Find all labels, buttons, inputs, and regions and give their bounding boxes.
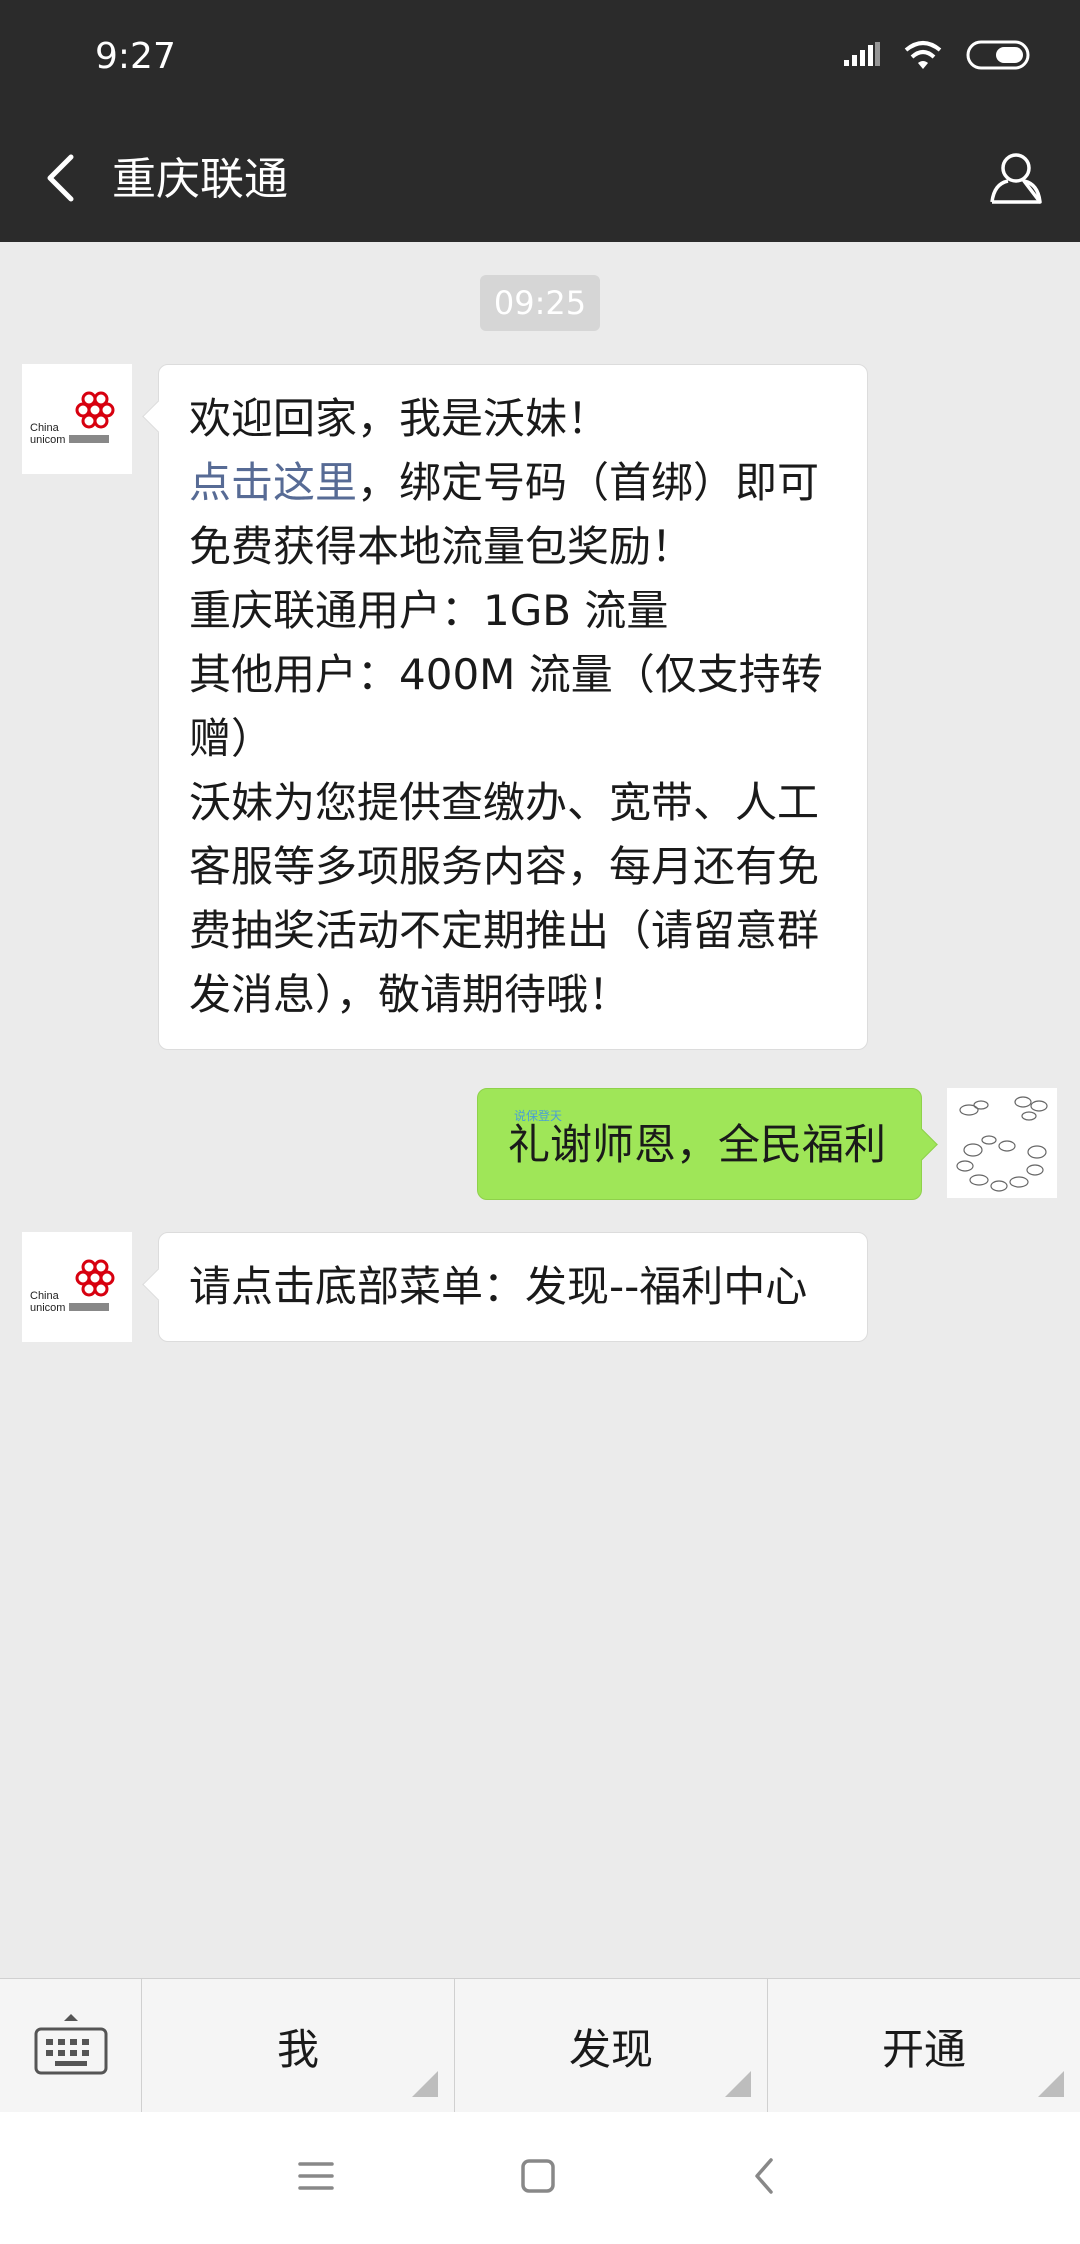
back-icon bbox=[749, 2156, 779, 2200]
keyboard-toggle-button[interactable] bbox=[0, 1979, 142, 2113]
svg-text:unicom: unicom bbox=[30, 434, 65, 446]
message-timestamp: 09:25 bbox=[480, 275, 600, 331]
unicom-logo-icon: China unicom bbox=[30, 391, 115, 446]
home-button[interactable] bbox=[512, 2152, 564, 2204]
back-arrow-icon bbox=[45, 153, 75, 207]
menu-item-label: 我 bbox=[276, 2024, 319, 2074]
message-bubble-official[interactable]: 请点击底部菜单：发现--福利中心 bbox=[158, 1232, 868, 1342]
message-bubble-me[interactable]: 说保登天 礼谢师恩，全民福利 bbox=[477, 1088, 922, 1200]
battery-icon bbox=[966, 39, 1034, 75]
message-other-users: 其他用户：400M 流量（仅支持转赠） bbox=[189, 650, 823, 763]
my-avatar[interactable] bbox=[947, 1088, 1057, 1198]
submenu-indicator-icon bbox=[1038, 2071, 1064, 2097]
message-cq-users: 重庆联通用户：1GB 流量 bbox=[189, 586, 669, 635]
submenu-indicator-icon bbox=[725, 2071, 751, 2097]
status-bar: 9:27 bbox=[0, 0, 1080, 118]
menu-item-label: 发现 bbox=[568, 2024, 653, 2074]
message-bubble-official[interactable]: 欢迎回家，我是沃妹！ 点击这里，绑定号码（首绑）即可免费获得本地流量包奖励！ 重… bbox=[158, 364, 868, 1050]
click-here-link[interactable]: 点击这里 bbox=[189, 458, 357, 507]
chat-area[interactable]: 09:25 China unicom 欢迎回家，我是沃妹！ 点击这里，绑定号码（… bbox=[0, 242, 1080, 1978]
recent-apps-button[interactable] bbox=[290, 2152, 342, 2204]
menu-item-activate[interactable]: 开通 bbox=[768, 1979, 1080, 2113]
chat-title: 重庆联通 bbox=[112, 154, 288, 205]
home-icon bbox=[518, 2156, 558, 2200]
keyboard-icon bbox=[31, 2009, 111, 2083]
back-button[interactable] bbox=[28, 148, 92, 212]
profile-button[interactable] bbox=[982, 146, 1050, 214]
svg-text:unicom: unicom bbox=[30, 1302, 65, 1314]
signal-icon bbox=[844, 42, 880, 72]
message-binding-text: 点击这里，绑定号码（首绑）即可免费获得本地流量包奖励！ bbox=[189, 451, 837, 579]
unicom-logo-icon: China unicom bbox=[30, 1259, 115, 1314]
message-greeting: 欢迎回家，我是沃妹！ bbox=[189, 394, 610, 443]
sketch-avatar-icon bbox=[956, 1096, 1048, 1192]
system-navigation-bar bbox=[0, 2112, 1080, 2244]
submenu-indicator-icon bbox=[412, 2071, 438, 2097]
wifi-icon bbox=[902, 39, 944, 75]
svg-text:China: China bbox=[30, 422, 60, 434]
menu-icon bbox=[296, 2158, 336, 2198]
menu-item-label: 开通 bbox=[881, 2024, 966, 2074]
status-time: 9:27 bbox=[95, 36, 176, 77]
menu-item-me[interactable]: 我 bbox=[142, 1979, 455, 2113]
status-icons bbox=[844, 40, 1034, 74]
bottom-menu: 我 发现 开通 bbox=[0, 1978, 1080, 2113]
menu-hint-text: 请点击底部菜单：发现--福利中心 bbox=[189, 1262, 808, 1311]
unicom-avatar[interactable]: China unicom bbox=[22, 1232, 132, 1342]
menu-item-discover[interactable]: 发现 bbox=[455, 1979, 768, 2113]
svg-text:China: China bbox=[30, 1290, 60, 1302]
unicom-avatar[interactable]: China unicom bbox=[22, 364, 132, 474]
nav-bar: 重庆联通 bbox=[0, 118, 1080, 242]
bubble-watermark: 说保登天 bbox=[514, 1109, 563, 1123]
system-back-button[interactable] bbox=[738, 2152, 790, 2204]
person-icon bbox=[988, 150, 1044, 210]
message-services: 沃妹为您提供查缴办、宽带、人工客服等多项服务内容，每月还有免费抽奖活动不定期推出… bbox=[189, 778, 820, 1019]
my-message-text: 礼谢师恩，全民福利 bbox=[508, 1120, 887, 1169]
